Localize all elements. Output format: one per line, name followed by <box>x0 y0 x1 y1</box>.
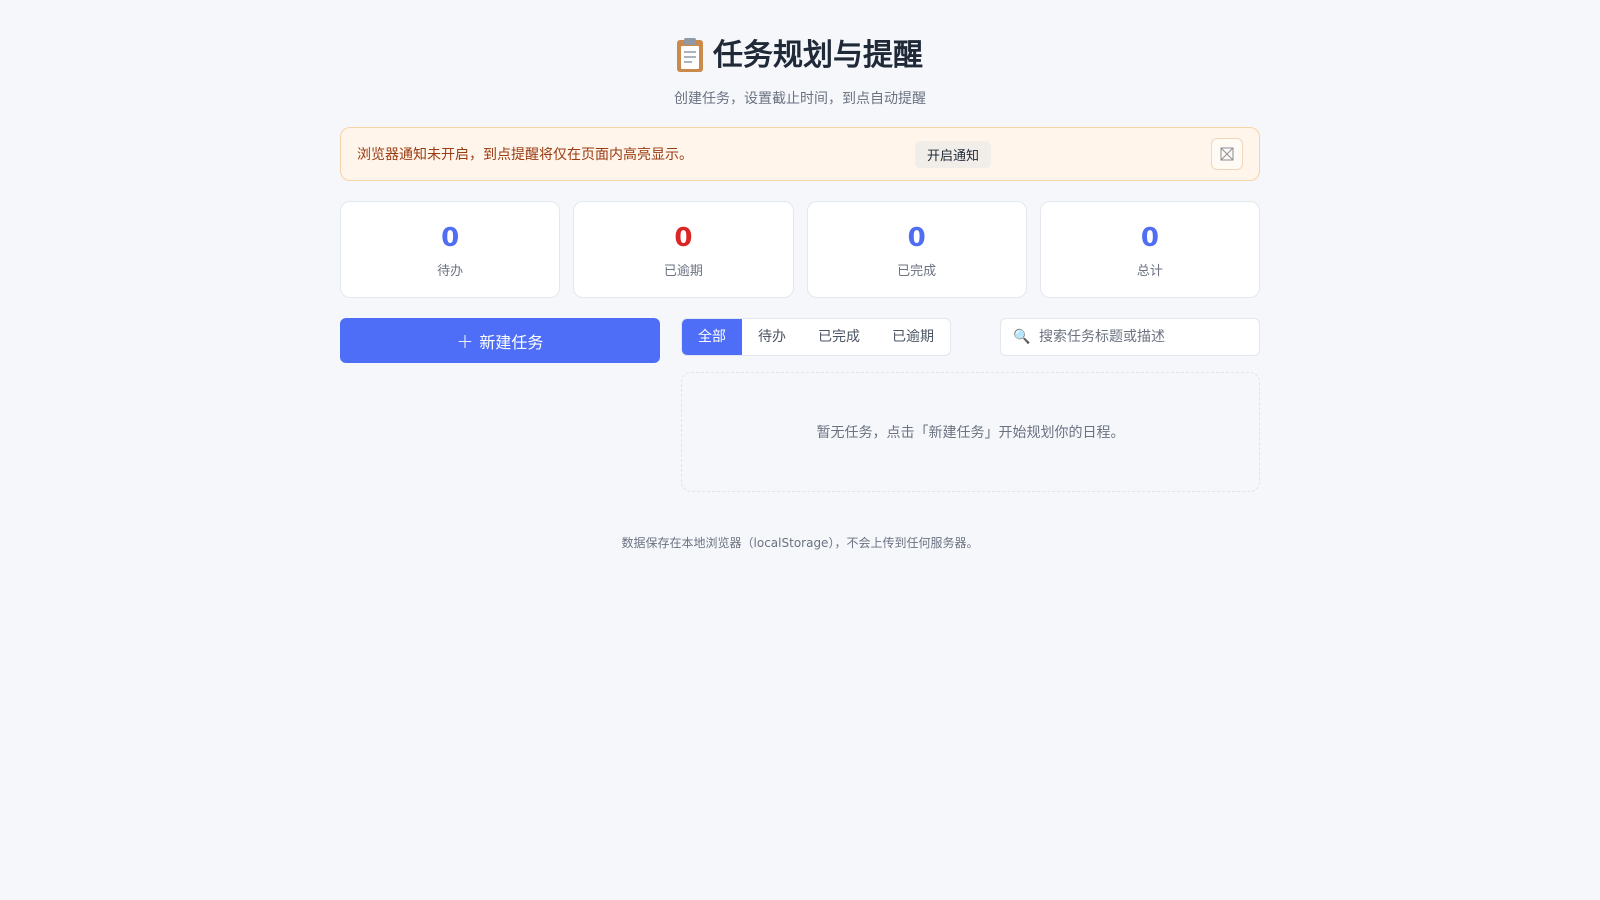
tab-pending[interactable]: 待办 <box>742 319 802 355</box>
new-task-label: 新建任务 <box>479 332 544 352</box>
stat-value-completed: 0 <box>907 223 926 253</box>
empty-state-text: 暂无任务，点击「新建任务」开始规划你的日程。 <box>816 425 1125 441</box>
empty-task-list: 暂无任务，点击「新建任务」开始规划你的日程。 <box>681 372 1260 492</box>
stat-card-total: 0 总计 <box>1039 201 1260 298</box>
filter-tabs: 全部 待办 已完成 已逾期 <box>681 318 951 356</box>
stat-card-pending: 0 待办 <box>340 201 561 298</box>
tab-overdue[interactable]: 已逾期 <box>876 319 950 355</box>
enable-notification-button[interactable]: 开启通知 <box>915 141 992 168</box>
stat-label-total: 总计 <box>1136 264 1163 279</box>
tab-all[interactable]: 全部 <box>682 319 742 355</box>
page-header: 任务规划与提醒 创建任务，设置截止时间，到点自动提醒 <box>340 0 1260 108</box>
page-title-text: 任务规划与提醒 <box>713 38 923 73</box>
new-task-button[interactable]: + 新建任务 <box>340 318 660 363</box>
stat-label-completed: 已完成 <box>897 264 937 279</box>
stat-card-completed: 0 已完成 <box>806 201 1027 298</box>
close-icon <box>1220 147 1234 161</box>
page-subtitle: 创建任务，设置截止时间，到点自动提醒 <box>674 91 926 107</box>
plus-icon: + <box>456 328 474 353</box>
notification-banner: 浏览器通知未开启，到点提醒将仅在页面内高亮显示。 开启通知 <box>340 127 1260 181</box>
tab-completed[interactable]: 已完成 <box>802 319 876 355</box>
stat-value-pending: 0 <box>441 223 460 253</box>
footer-note: 数据保存在本地浏览器（localStorage），不会上传到任何服务器。 <box>621 536 979 550</box>
app-container: 任务规划与提醒 创建任务，设置截止时间，到点自动提醒 浏览器通知未开启，到点提醒… <box>340 0 1260 550</box>
stat-label-overdue: 已逾期 <box>663 264 703 279</box>
search-box: 🔍 <box>1000 318 1260 356</box>
stat-value-total: 0 <box>1140 223 1159 253</box>
search-input[interactable] <box>1037 328 1247 346</box>
clipboard-icon <box>677 38 703 72</box>
stat-label-pending: 待办 <box>437 264 464 279</box>
page-title: 任务规划与提醒 <box>677 36 923 76</box>
search-icon: 🔍 <box>1013 329 1031 345</box>
stat-value-overdue: 0 <box>674 223 693 253</box>
close-banner-button[interactable] <box>1211 138 1243 170</box>
notification-banner-text: 浏览器通知未开启，到点提醒将仅在页面内高亮显示。 <box>357 147 693 163</box>
stats-row: 0 待办 0 已逾期 0 已完成 0 总计 <box>340 201 1260 298</box>
stat-card-overdue: 0 已逾期 <box>573 201 794 298</box>
